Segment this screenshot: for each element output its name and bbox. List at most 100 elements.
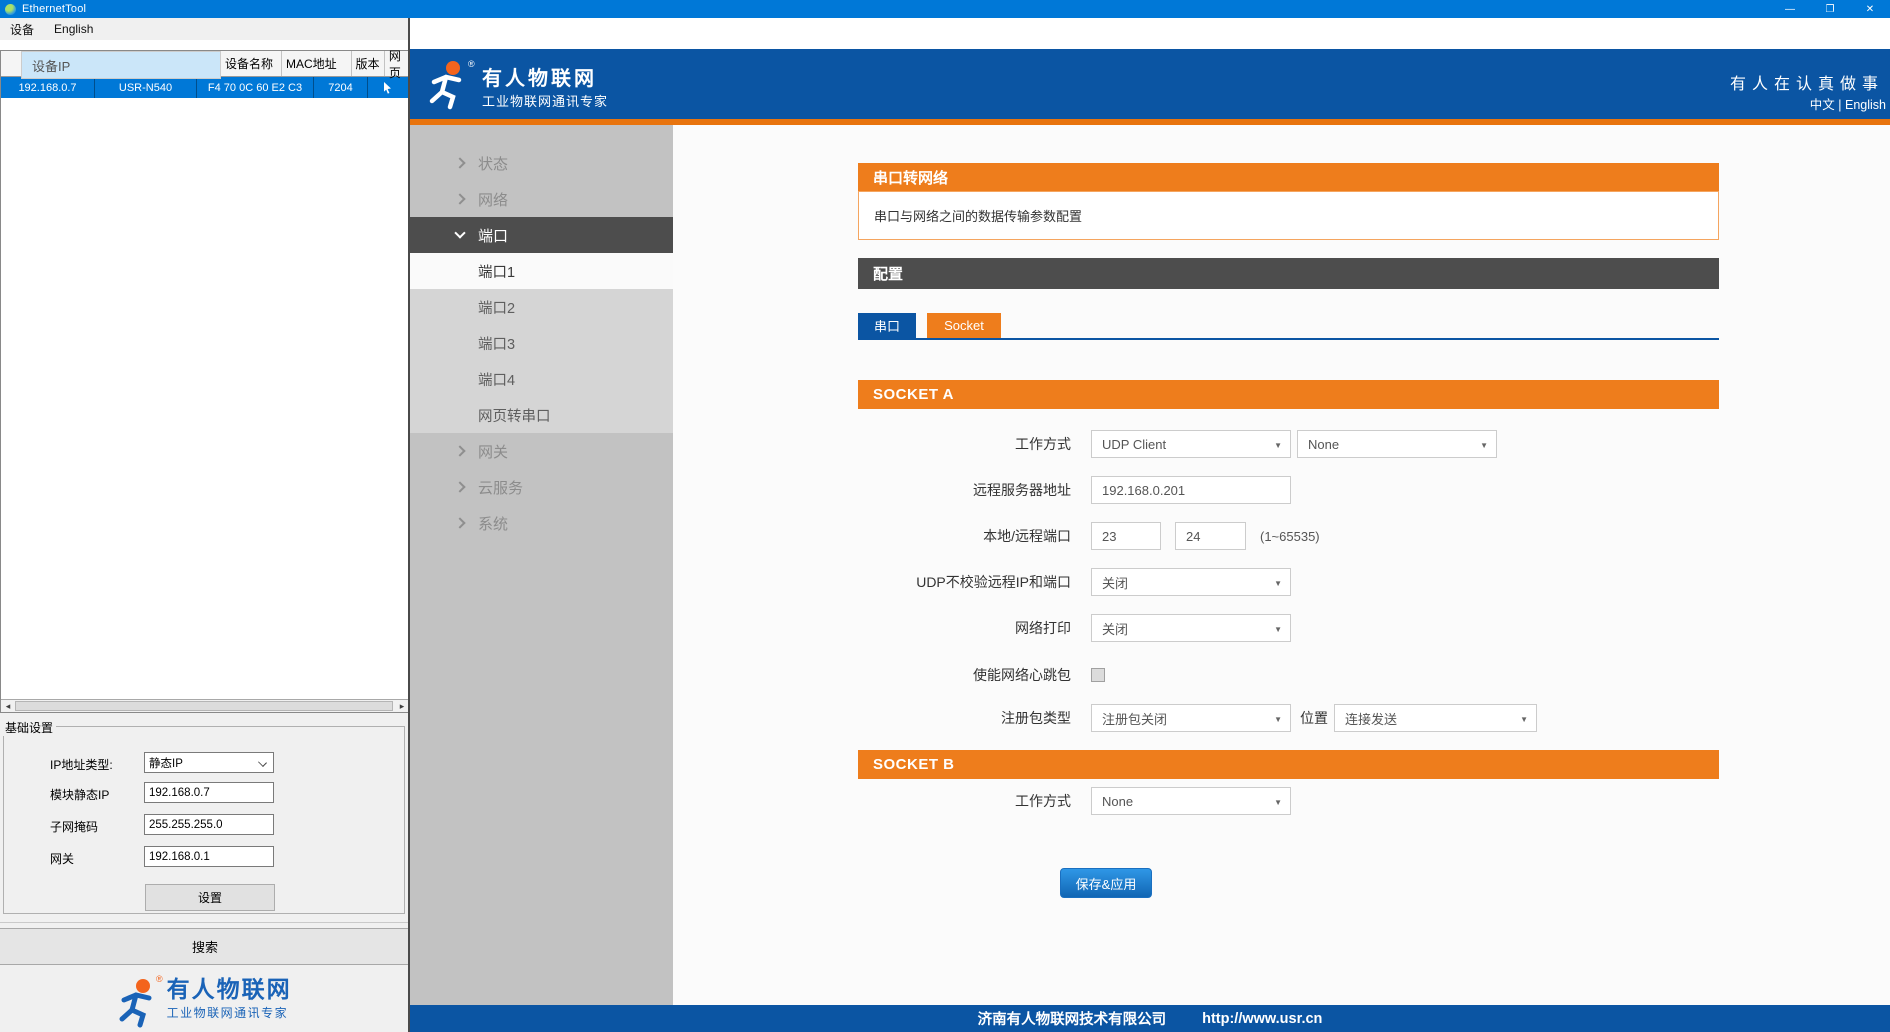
- sidebar-item-port4[interactable]: 端口4: [410, 361, 673, 397]
- dropdown-arrow-icon: ▼: [1274, 579, 1282, 588]
- subnet-mask-value: 255.255.255.0: [149, 819, 223, 831]
- tab-serial[interactable]: 串口: [858, 313, 916, 338]
- chevron-right-icon: [454, 193, 465, 204]
- sidebar-item-port3[interactable]: 端口3: [410, 325, 673, 361]
- ip-type-select[interactable]: 静态IP: [144, 752, 274, 773]
- minimize-icon[interactable]: —: [1770, 0, 1810, 18]
- work-mode-select-2[interactable]: None▼: [1297, 430, 1497, 458]
- device-list: 设备IP 设备名称 MAC地址 版本 网页 192.168.0.7 USR-N5…: [0, 50, 410, 713]
- horizontal-scrollbar[interactable]: ◂ ▸: [1, 699, 409, 712]
- sidebar-item-cloud[interactable]: 云服务: [410, 469, 673, 505]
- web-brand-name: 有人物联网: [482, 62, 597, 91]
- sidebar-item-label: 云服务: [478, 477, 523, 498]
- save-apply-button[interactable]: 保存&应用: [1060, 868, 1152, 898]
- page-description: 串口与网络之间的数据传输参数配置: [858, 191, 1719, 240]
- gateway-label: 网关: [50, 850, 74, 867]
- open-webpage-icon[interactable]: [368, 77, 407, 98]
- sidebar-item-label: 端口4: [478, 369, 515, 390]
- heartbeat-checkbox[interactable]: [1091, 668, 1105, 682]
- sidebar-item-port1[interactable]: 端口1: [410, 253, 673, 289]
- net-print-row: 网络打印 关闭 ▼: [858, 614, 1719, 642]
- title-bar: EthernetTool — ❐ ✕: [0, 0, 1890, 18]
- socket-b-work-mode-select[interactable]: None▼: [1091, 787, 1291, 815]
- column-header-ip[interactable]: 设备IP: [21, 51, 221, 79]
- search-button[interactable]: 搜索: [0, 928, 410, 965]
- remote-server-row: 远程服务器地址 192.168.0.201: [858, 476, 1719, 504]
- menu-bar: 设备 English: [0, 18, 410, 40]
- language-switch[interactable]: 中文 | English: [1810, 94, 1886, 113]
- registered-mark: ®: [468, 59, 475, 69]
- sidebar-item-gateway[interactable]: 网关: [410, 433, 673, 469]
- scroll-right-icon[interactable]: ▸: [395, 700, 409, 712]
- udp-check-select[interactable]: 关闭 ▼: [1091, 568, 1291, 596]
- sidebar-item-network[interactable]: 网络: [410, 181, 673, 217]
- work-mode-row: 工作方式 UDP Client▼ None▼: [858, 430, 1719, 458]
- brand-name: 有人物联网: [167, 976, 292, 1002]
- sidebar-item-label: 网络: [478, 189, 508, 210]
- dropdown-arrow-icon: ▼: [1274, 625, 1282, 634]
- local-port-input[interactable]: 23: [1091, 522, 1161, 550]
- table-row[interactable]: 192.168.0.7 USR-N540 F4 70 0C 60 E2 C3 7…: [1, 77, 409, 98]
- set-button[interactable]: 设置: [145, 884, 275, 911]
- gateway-field[interactable]: 192.168.0.1: [144, 846, 274, 867]
- position-select[interactable]: 连接发送▼: [1334, 704, 1537, 732]
- sidebar-item-port2[interactable]: 端口2: [410, 289, 673, 325]
- column-header-mac[interactable]: MAC地址: [282, 51, 352, 76]
- position-value: 连接发送: [1345, 709, 1397, 728]
- udp-check-value: 关闭: [1102, 573, 1128, 592]
- chevron-right-icon: [454, 445, 465, 456]
- regpkt-label: 注册包类型: [858, 708, 1071, 728]
- remote-server-value: 192.168.0.201: [1102, 483, 1185, 498]
- ip-type-value: 静态IP: [149, 755, 183, 771]
- tab-socket[interactable]: Socket: [927, 313, 1001, 338]
- regpkt-row: 注册包类型 注册包关闭▼ 位置 连接发送▼: [858, 704, 1719, 732]
- web-sidebar: 状态 网络 端口 端口1 端口2 端口3 端口4 网页转串口 网关 云服务 系统: [410, 125, 673, 1005]
- column-header-name[interactable]: 设备名称: [221, 51, 282, 76]
- static-ip-field[interactable]: 192.168.0.7: [144, 782, 274, 803]
- dropdown-arrow-icon: ▼: [1274, 715, 1282, 724]
- sidebar-item-label: 网关: [478, 441, 508, 462]
- column-header-web[interactable]: 网页: [385, 51, 409, 76]
- column-header-version[interactable]: 版本: [352, 51, 385, 76]
- device-mac-cell: F4 70 0C 60 E2 C3: [197, 77, 314, 98]
- menu-english[interactable]: English: [44, 18, 103, 40]
- menu-device[interactable]: 设备: [0, 18, 44, 40]
- port-range-note: (1~65535): [1260, 529, 1320, 544]
- regpkt-select[interactable]: 注册包关闭 ▼: [1091, 704, 1291, 732]
- static-ip-value: 192.168.0.7: [149, 787, 210, 799]
- web-config-view: ® 有人物联网 工业物联网通讯专家 有人在认真做事 中文 | English 状…: [410, 18, 1890, 1032]
- running-man-icon: [116, 976, 160, 1028]
- device-ip-cell: 192.168.0.7: [1, 77, 95, 98]
- remote-port-value: 24: [1186, 529, 1200, 544]
- web-footer: 济南有人物联网技术有限公司 http://www.usr.cn: [410, 1005, 1890, 1032]
- restore-icon[interactable]: ❐: [1810, 0, 1850, 18]
- udp-check-label: UDP不校验远程IP和端口: [858, 572, 1071, 592]
- subnet-mask-label: 子网掩码: [50, 818, 98, 835]
- sidebar-item-label: 端口2: [478, 297, 515, 318]
- subnet-mask-field[interactable]: 255.255.255.0: [144, 814, 274, 835]
- remote-server-input[interactable]: 192.168.0.201: [1091, 476, 1291, 504]
- regpkt-value: 注册包关闭: [1102, 709, 1167, 728]
- net-print-select[interactable]: 关闭 ▼: [1091, 614, 1291, 642]
- sidebar-item-system[interactable]: 系统: [410, 505, 673, 541]
- static-ip-label: 模块静态IP: [50, 786, 109, 803]
- sidebar-item-status[interactable]: 状态: [410, 145, 673, 181]
- gateway-value: 192.168.0.1: [149, 851, 210, 863]
- sidebar-item-port[interactable]: 端口: [410, 217, 673, 253]
- net-print-value: 关闭: [1102, 619, 1128, 638]
- app-icon: [5, 4, 16, 15]
- sidebar-item-web-to-serial[interactable]: 网页转串口: [410, 397, 673, 433]
- page-title: 串口转网络: [858, 163, 1719, 191]
- net-print-label: 网络打印: [858, 618, 1071, 638]
- chevron-right-icon: [454, 481, 465, 492]
- remote-port-input[interactable]: 24: [1175, 522, 1246, 550]
- heartbeat-row: 使能网络心跳包: [858, 661, 1719, 689]
- running-man-icon: [426, 58, 470, 110]
- scrollbar-thumb[interactable]: [15, 701, 393, 711]
- chevron-down-icon: [454, 227, 465, 238]
- ports-label: 本地/远程端口: [858, 526, 1071, 546]
- close-icon[interactable]: ✕: [1850, 0, 1890, 18]
- footer-url[interactable]: http://www.usr.cn: [1202, 1011, 1322, 1027]
- work-mode-select[interactable]: UDP Client▼: [1091, 430, 1291, 458]
- scroll-left-icon[interactable]: ◂: [1, 700, 15, 712]
